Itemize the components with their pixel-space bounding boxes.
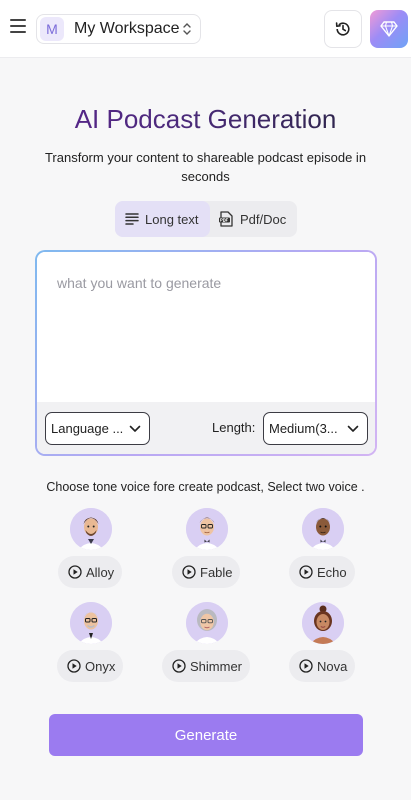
play-circle-icon [299,659,313,673]
tab-pdf-doc-label: Pdf/Doc [240,211,287,227]
avatar-illustration [302,508,344,550]
premium-button[interactable] [370,10,408,48]
voice-option-shimmer: Shimmer [156,602,256,694]
voice-name-nova: Nova [317,658,348,674]
play-circle-icon [299,565,313,579]
page-title: AI Podcast Generation [0,104,411,135]
length-select[interactable]: Medium(3... [263,412,368,445]
length-select-value: Medium(3... [269,421,338,436]
voice-name-echo: Echo [317,564,347,580]
voice-avatar-echo[interactable] [302,508,344,550]
tab-pdf-doc[interactable]: Pdf/Doc [212,201,297,237]
diamond-icon [380,21,398,37]
prompt-input[interactable] [37,252,375,402]
history-button[interactable] [324,10,362,48]
voice-option-onyx: Onyx [40,602,140,694]
voice-selection-heading: Choose tone voice fore create podcast, S… [46,480,365,494]
voice-chip-onyx[interactable]: Onyx [57,650,123,682]
page-subtitle: Transform your content to shareable podc… [44,150,367,184]
voice-option-alloy: Alloy [40,508,140,600]
voice-chip-alloy[interactable]: Alloy [58,556,122,588]
voice-avatar-onyx[interactable] [70,602,112,644]
workspace-switcher[interactable]: M My Workspace [36,14,201,44]
avatar-illustration [186,602,228,644]
play-circle-icon [182,565,196,579]
voice-option-echo: Echo [272,508,372,600]
pdf-icon [219,211,233,227]
play-circle-icon [67,659,81,673]
tab-long-text-label: Long text [145,211,199,227]
voice-chip-shimmer[interactable]: Shimmer [162,650,250,682]
voice-chip-echo[interactable]: Echo [289,556,355,588]
prompt-editor: Language ... Length: Medium(3... [35,250,377,456]
prompt-editor-inner: Language ... Length: Medium(3... [37,252,375,454]
avatar-illustration [70,602,112,644]
language-select-value: Language ... [51,421,124,436]
voice-avatar-nova[interactable] [302,602,344,644]
play-circle-icon [172,659,186,673]
text-lines-icon [125,213,139,225]
avatar-illustration [70,508,112,550]
chevron-down-icon [347,425,359,432]
language-select[interactable]: Language ... [45,412,150,445]
voice-chip-nova[interactable]: Nova [289,650,355,682]
voice-name-onyx: Onyx [85,658,116,674]
voice-avatar-fable[interactable] [186,508,228,550]
voice-option-nova: Nova [272,602,372,694]
editor-options-bar: Language ... Length: Medium(3... [37,402,375,454]
voice-name-fable: Fable [200,564,233,580]
generate-button[interactable]: Generate [49,714,363,756]
input-mode-tabs: Long text Pdf/Doc [115,201,297,237]
history-icon [335,22,350,36]
voice-name-shimmer: Shimmer [190,658,243,674]
workspace-avatar: M [40,17,64,41]
voice-avatar-alloy[interactable] [70,508,112,550]
hamburger-menu-icon[interactable] [10,19,26,37]
chevron-up-down-icon [183,23,191,35]
play-circle-icon [68,565,82,579]
chevron-down-icon [129,425,141,432]
length-label: Length: [212,420,256,435]
top-bar: M My Workspace [0,0,411,58]
voice-name-alloy: Alloy [86,564,115,580]
avatar-illustration [186,508,228,550]
voice-avatar-shimmer[interactable] [186,602,228,644]
voice-option-fable: Fable [156,508,256,600]
avatar-illustration [302,602,344,644]
workspace-name: My Workspace [74,20,180,37]
tab-long-text[interactable]: Long text [115,201,210,237]
voice-chip-fable[interactable]: Fable [172,556,240,588]
